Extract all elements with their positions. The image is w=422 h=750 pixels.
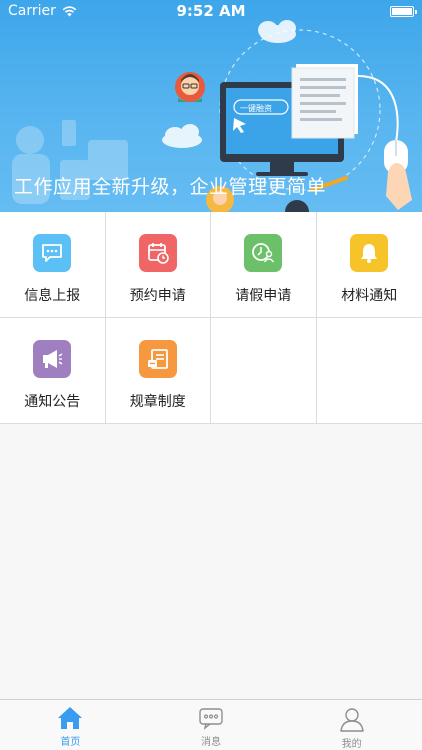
document-icon bbox=[147, 349, 168, 369]
grid-item-label: 通知公告 bbox=[24, 394, 81, 410]
grid-item-label: 材料通知 bbox=[341, 288, 398, 304]
grid-empty-cell bbox=[317, 318, 422, 424]
grid-item-label: 规章制度 bbox=[129, 394, 186, 410]
grid-item-leave-request[interactable]: 请假申请 bbox=[211, 212, 317, 318]
tab-label: 消息 bbox=[201, 737, 221, 748]
megaphone-icon bbox=[43, 350, 63, 368]
status-bar: Carrier 9:52 AM bbox=[0, 0, 422, 22]
grid-item-regulations[interactable]: 规章制度 bbox=[106, 318, 211, 424]
grid-item-label: 请假申请 bbox=[235, 288, 292, 304]
function-grid: 信息上报 预约申请 请假申请 材料通知 通知公告 规章制度 bbox=[0, 212, 422, 424]
grid-empty-cell bbox=[211, 318, 317, 424]
grid-item-label: 信息上报 bbox=[24, 288, 81, 304]
leave-request-tile bbox=[244, 234, 283, 272]
tab-messages[interactable]: 消息 bbox=[141, 700, 282, 750]
avatar-shape bbox=[175, 72, 205, 102]
grid-item-material-notice[interactable]: 材料通知 bbox=[316, 212, 422, 318]
banner-slogan: 工作应用全新升级，企业管理更简单 bbox=[14, 176, 327, 198]
announcement-tile bbox=[33, 340, 72, 378]
grid-item-info-report[interactable]: 信息上报 bbox=[0, 212, 106, 318]
tab-label: 我的 bbox=[341, 739, 362, 750]
appointment-tile bbox=[138, 234, 177, 272]
clock-person-icon bbox=[252, 243, 275, 263]
tab-profile[interactable]: 我的 bbox=[281, 700, 422, 750]
grid-item-announcement[interactable]: 通知公告 bbox=[0, 318, 106, 424]
info-report-tile bbox=[33, 234, 72, 272]
screen-text: 一键融资 bbox=[240, 103, 272, 113]
clock: 9:52 AM bbox=[176, 2, 246, 20]
tab-label: 首页 bbox=[60, 737, 81, 748]
calendar-clock-icon bbox=[147, 243, 169, 264]
mouse-hand-shape bbox=[357, 75, 412, 210]
user-icon bbox=[339, 708, 364, 732]
banner[interactable]: Carrier 9:52 AM 一键融资 工作应用全新升级，企业管理更简单 bbox=[0, 0, 422, 212]
battery-icon bbox=[390, 6, 417, 17]
regulations-tile bbox=[138, 340, 177, 378]
grid-item-label: 预约申请 bbox=[129, 288, 186, 304]
home-icon bbox=[58, 707, 83, 729]
bell-icon bbox=[361, 244, 378, 263]
tab-bar: 首页 消息 我的 bbox=[0, 699, 422, 750]
document-shape bbox=[291, 64, 358, 139]
tab-home[interactable]: 首页 bbox=[0, 700, 141, 750]
message-icon bbox=[199, 708, 223, 730]
material-notice-tile bbox=[350, 234, 389, 272]
grid-item-appointment[interactable]: 预约申请 bbox=[105, 212, 211, 318]
chat-bubble-icon bbox=[42, 244, 63, 262]
